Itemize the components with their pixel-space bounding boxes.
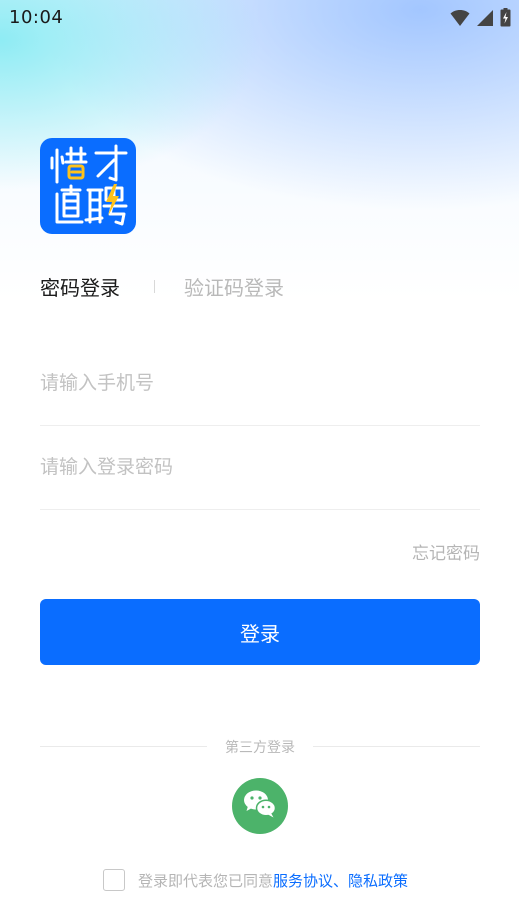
wechat-icon bbox=[243, 789, 277, 823]
tab-sms-code-login[interactable]: 验证码登录 bbox=[184, 272, 284, 301]
service-agreement-link[interactable]: 服务协议 bbox=[273, 870, 333, 891]
phone-field-row bbox=[40, 341, 480, 426]
app-logo bbox=[40, 138, 136, 234]
password-field-row bbox=[40, 425, 480, 510]
tab-password-login[interactable]: 密码登录 bbox=[40, 272, 120, 301]
forgot-password-link[interactable]: 忘记密码 bbox=[412, 539, 480, 564]
status-time: 10:04 bbox=[9, 7, 64, 28]
agreement-separator: 、 bbox=[333, 871, 349, 890]
status-bar: 10:04 bbox=[0, 0, 519, 36]
agreement-row: 登录即代表您已同意 服务协议 、 隐私政策 bbox=[103, 867, 408, 893]
phone-input[interactable] bbox=[40, 341, 480, 425]
password-input[interactable] bbox=[40, 425, 480, 509]
battery-charging-icon bbox=[500, 8, 511, 27]
third-party-login-divider: 第三方登录 bbox=[40, 736, 480, 756]
login-button[interactable]: 登录 bbox=[40, 599, 480, 665]
wifi-icon bbox=[450, 9, 470, 27]
agreement-checkbox[interactable] bbox=[103, 869, 125, 891]
status-icons bbox=[450, 8, 511, 27]
wechat-login-button[interactable] bbox=[232, 778, 288, 834]
login-mode-tabs: 密码登录 验证码登录 bbox=[40, 270, 480, 304]
cellular-signal-icon bbox=[476, 9, 494, 27]
divider-line-right bbox=[313, 746, 480, 747]
third-party-login-label: 第三方登录 bbox=[225, 740, 295, 756]
tab-divider bbox=[154, 280, 155, 293]
privacy-policy-link[interactable]: 隐私政策 bbox=[348, 870, 408, 891]
agreement-prefix-text: 登录即代表您已同意 bbox=[138, 871, 274, 890]
